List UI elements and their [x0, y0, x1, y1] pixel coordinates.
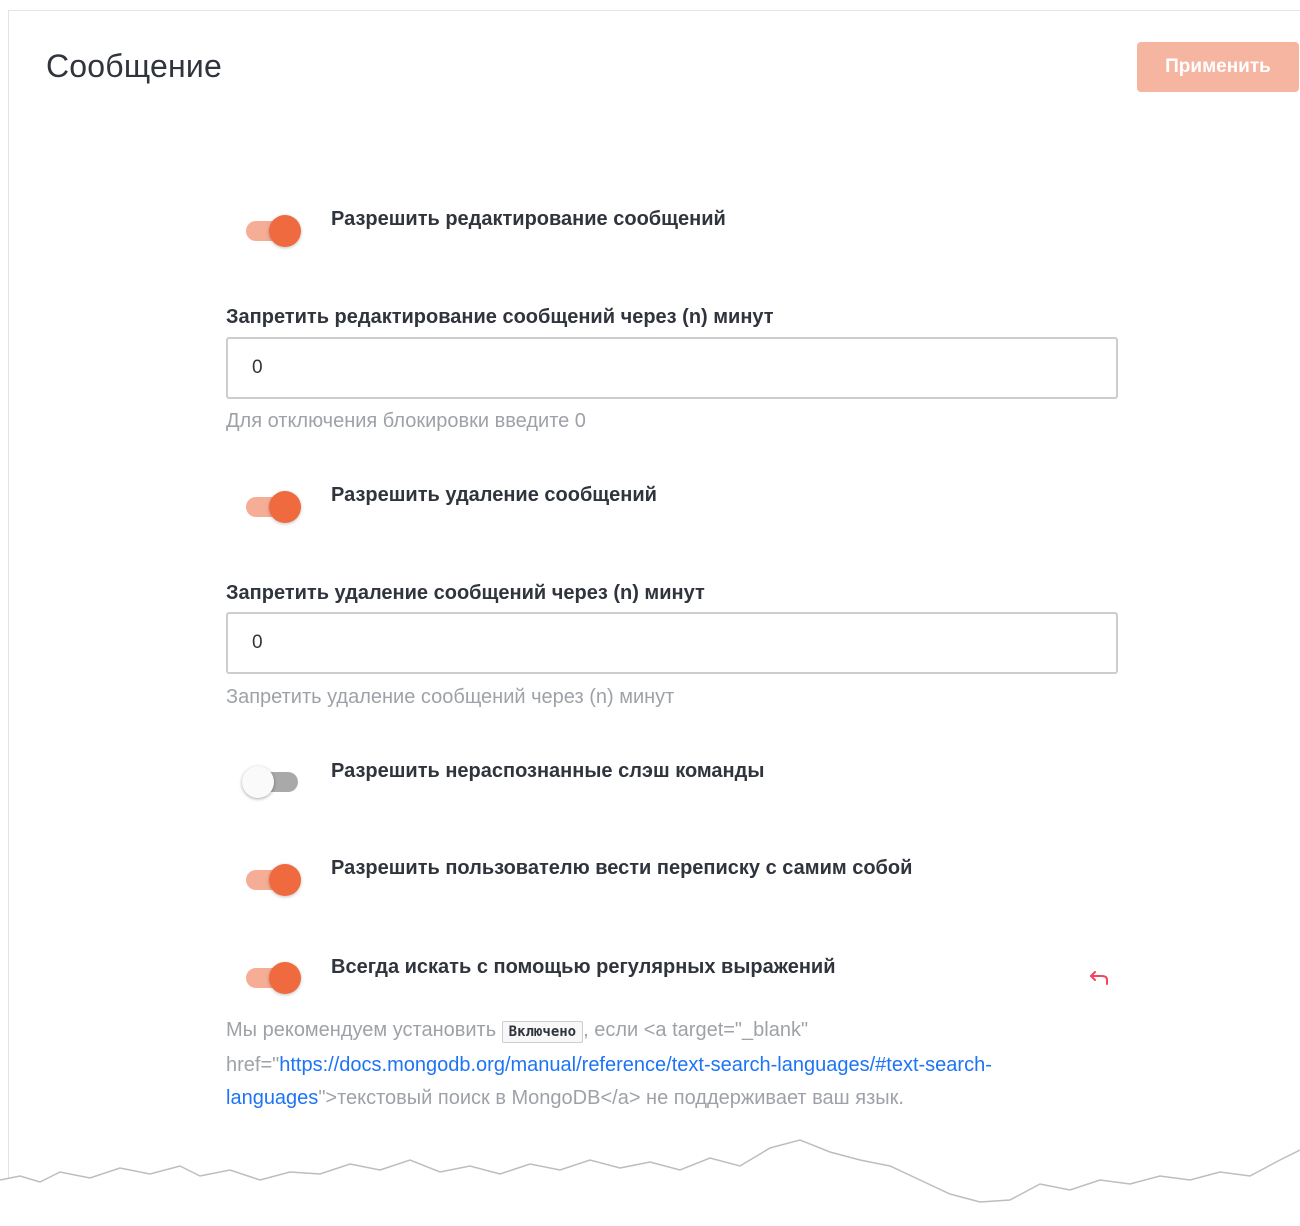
- desc-code: Включено: [501, 1021, 584, 1043]
- allow-edit-label: Разрешить редактирование сообщений: [331, 208, 726, 230]
- block-delete-input[interactable]: [226, 612, 1118, 674]
- block-edit-input[interactable]: [226, 337, 1118, 399]
- block-edit-label: Запретить редактирование сообщений через…: [226, 306, 774, 328]
- allow-self-dm-label: Разрешить пользователю вести переписку с…: [331, 857, 913, 879]
- block-delete-label: Запретить удаление сообщений через (n) м…: [226, 582, 705, 604]
- toggle-knob: [269, 962, 301, 994]
- toggle-knob: [269, 215, 301, 247]
- always-regex-label: Всегда искать с помощью регулярных выраж…: [331, 956, 836, 978]
- undo-arrow-svg: [1090, 971, 1108, 985]
- allow-delete-toggle[interactable]: [242, 489, 302, 525]
- toggle-knob: [269, 864, 301, 896]
- allow-unrecognized-commands-label: Разрешить нераспознанные слэш команды: [331, 760, 765, 782]
- toggle-knob: [269, 491, 301, 523]
- undo-arrow-icon[interactable]: [1088, 966, 1112, 990]
- allow-unrecognized-commands-toggle[interactable]: [242, 764, 302, 800]
- torn-edge: [0, 1139, 1300, 1226]
- block-edit-hint: Для отключения блокировки введите 0: [226, 410, 586, 432]
- desc-text-1: Мы рекомендуем установить: [226, 1019, 502, 1041]
- toggle-knob: [242, 766, 274, 798]
- always-regex-toggle[interactable]: [242, 960, 302, 996]
- allow-self-dm-toggle[interactable]: [242, 862, 302, 898]
- page-title: Сообщение: [46, 48, 222, 84]
- block-delete-hint: Запретить удаление сообщений через (n) м…: [226, 686, 675, 708]
- apply-button[interactable]: Применить: [1137, 42, 1299, 92]
- regex-description: Мы рекомендуем установить Включено, если…: [226, 1014, 1126, 1115]
- allow-delete-label: Разрешить удаление сообщений: [331, 484, 657, 506]
- allow-edit-toggle[interactable]: [242, 213, 302, 249]
- desc-text-3: ">текстовый поиск в MongoDB</a> не подде…: [318, 1087, 904, 1109]
